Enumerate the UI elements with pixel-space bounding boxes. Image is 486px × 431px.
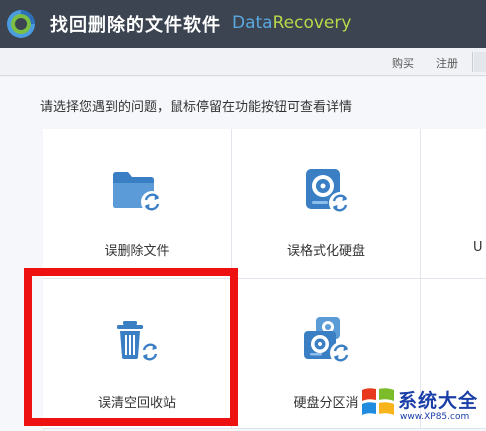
instruction-text: 请选择您遇到的问题，鼠标停留在功能按钮可查看详情 — [40, 100, 353, 115]
buy-link[interactable]: 购买 — [392, 55, 414, 71]
windows-logo-icon — [362, 388, 394, 415]
folder-recover-icon — [113, 172, 163, 213]
brand-part-data: Data — [232, 13, 273, 33]
harddisk-recover-icon — [306, 169, 351, 214]
tile-usb-partial[interactable]: U — [421, 129, 486, 279]
brand-part-recovery: Recovery — [272, 13, 352, 33]
tile-deleted-files[interactable]: 误删除文件 — [43, 129, 232, 279]
watermark-text: 系统大全 — [398, 390, 479, 412]
register-link[interactable]: 注册 — [436, 55, 458, 71]
partition-recover-icon — [304, 317, 352, 364]
app-title: 找回删除的文件软件 — [50, 15, 221, 36]
app-logo-icon — [7, 10, 35, 38]
tile-label: 误格式化硬盘 — [286, 244, 365, 259]
title-bar: 找回删除的文件软件 DataRecovery — [0, 0, 486, 48]
tile-label: U — [473, 240, 483, 255]
watermark-url: www.XP85.com — [400, 412, 470, 422]
watermark: 系统大全 www.XP85.com — [356, 380, 486, 431]
tile-label: 误删除文件 — [104, 244, 170, 259]
toolbar-divider — [472, 52, 473, 72]
brand-name: DataRecovery — [232, 13, 351, 33]
highlight-box — [24, 268, 238, 426]
tile-formatted-disk[interactable]: 误格式化硬盘 — [232, 129, 421, 279]
toolbar-overflow — [474, 52, 486, 72]
toolbar: 购买 注册 — [0, 48, 486, 76]
